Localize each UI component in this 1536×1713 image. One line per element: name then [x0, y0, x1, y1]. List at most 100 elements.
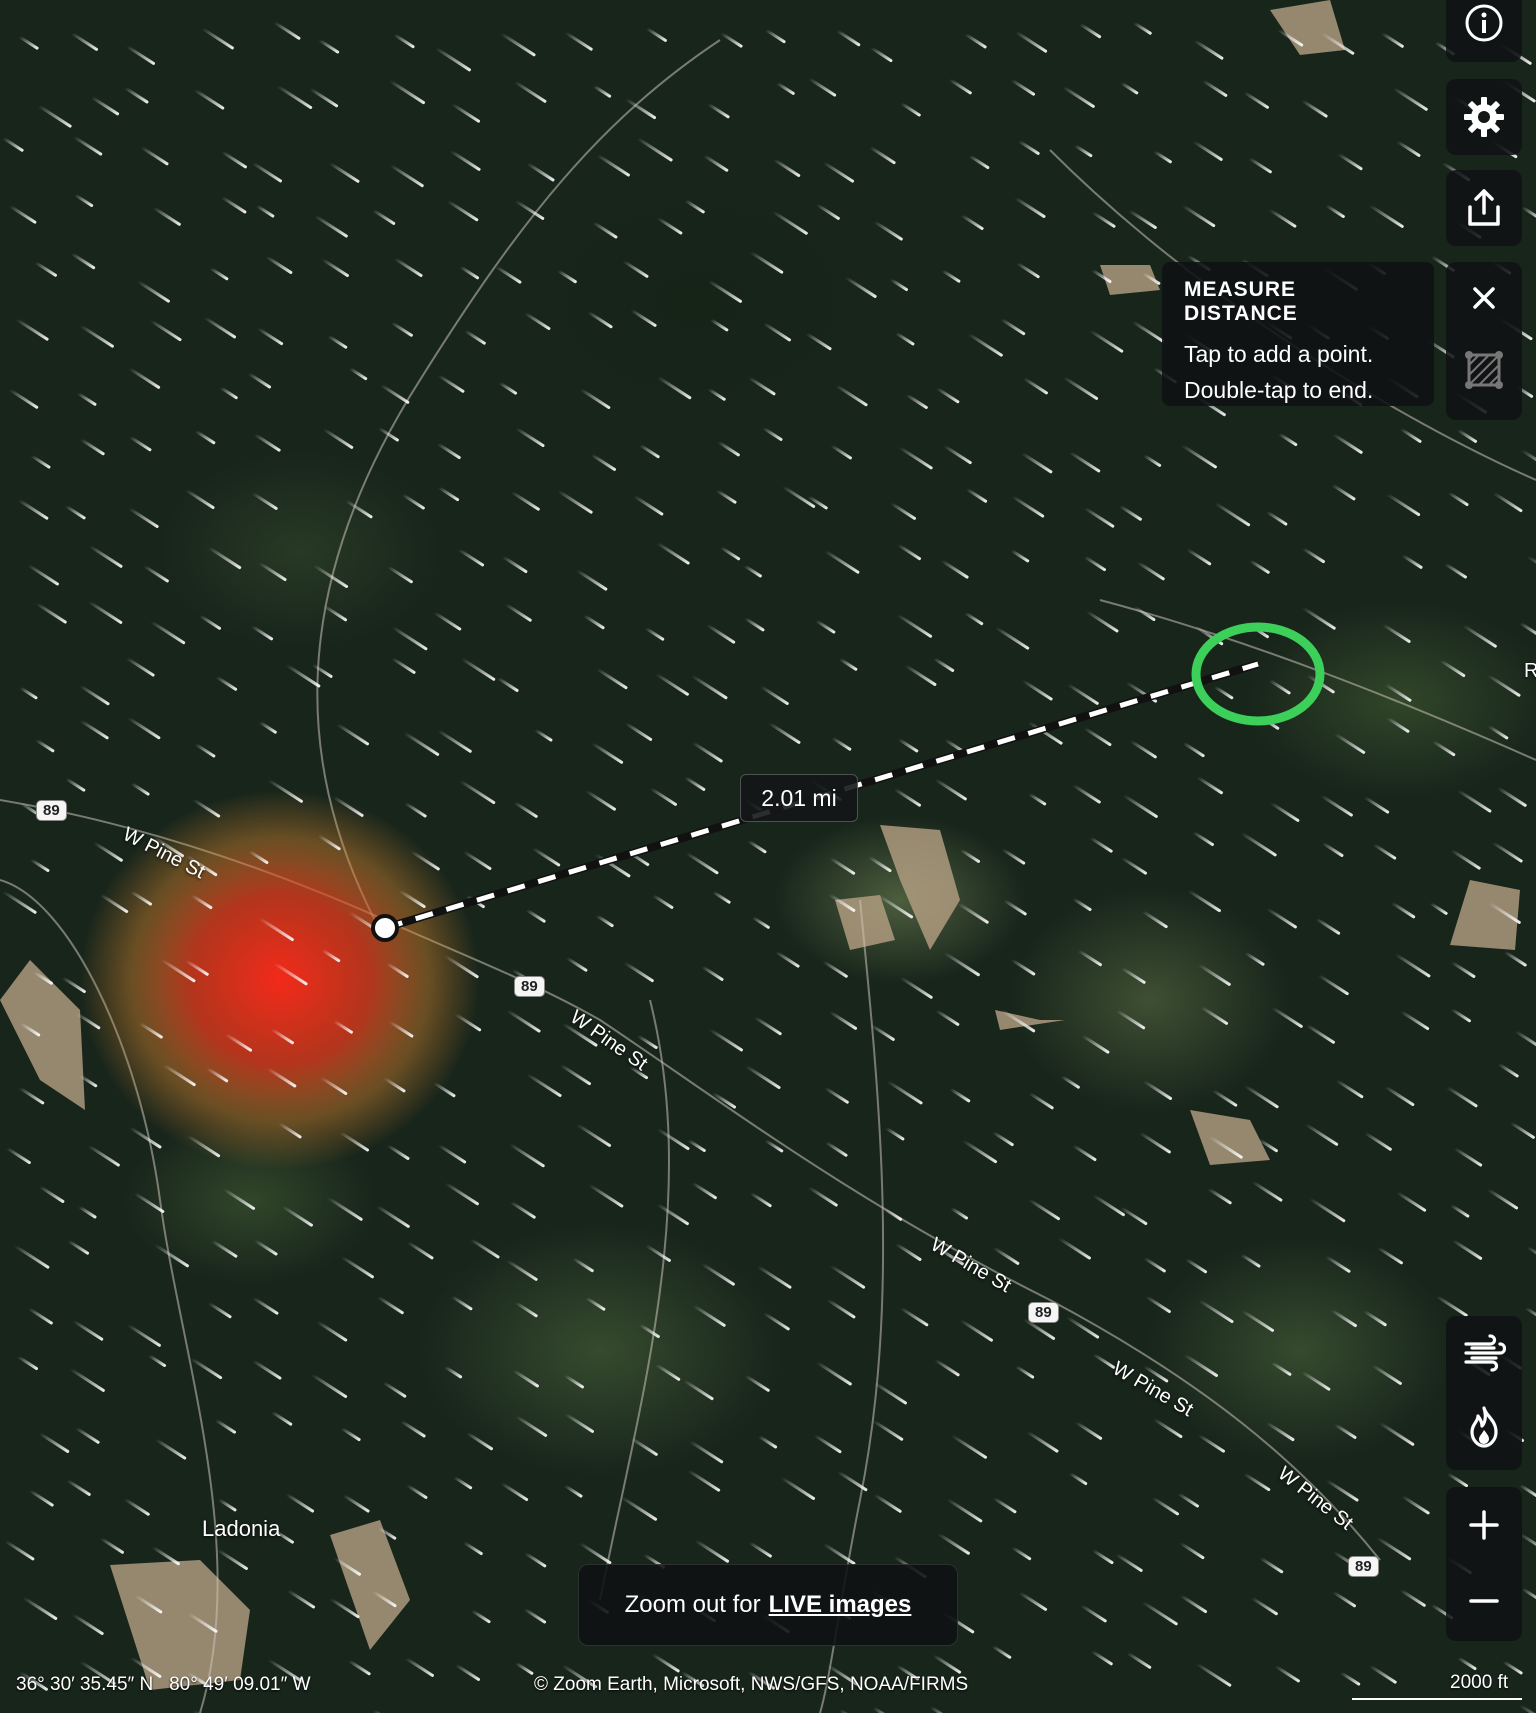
- rain-streak: [446, 199, 479, 222]
- rain-streak: [1211, 1088, 1238, 1107]
- rain-streak: [344, 499, 373, 519]
- rain-streak: [702, 154, 729, 172]
- rain-streak: [719, 545, 741, 561]
- rain-streak: [1197, 1433, 1225, 1453]
- rain-streak: [889, 501, 916, 520]
- rain-streak: [564, 1412, 594, 1433]
- map-overlay: [0, 0, 1536, 1713]
- rain-streak: [636, 1034, 658, 1049]
- rain-streak: [1399, 427, 1422, 443]
- rain-streak: [3, 1539, 35, 1561]
- rain-streak: [960, 213, 984, 230]
- rain-streak: [1183, 1353, 1218, 1377]
- rain-streak: [35, 602, 67, 624]
- rain-streak: [76, 391, 97, 406]
- rain-streak: [1126, 1651, 1152, 1669]
- rain-streak: [705, 623, 736, 644]
- rain-streak: [514, 1661, 534, 1675]
- rain-streak: [649, 786, 677, 806]
- rain-streak: [963, 32, 987, 49]
- rain-streak: [1509, 1121, 1535, 1139]
- rain-streak: [71, 1319, 104, 1341]
- rain-streak: [1496, 786, 1527, 807]
- zoom-in-button[interactable]: [1446, 1487, 1522, 1563]
- rain-streak: [77, 1205, 97, 1219]
- rain-streak: [1015, 261, 1040, 279]
- close-measure-button[interactable]: [1446, 262, 1522, 334]
- rain-streak: [644, 626, 665, 641]
- rain-streak: [1393, 952, 1431, 978]
- measure-start-point[interactable]: [371, 914, 399, 942]
- rain-streak: [220, 195, 247, 214]
- rain-streak: [948, 78, 972, 95]
- rain-streak: [340, 1426, 361, 1442]
- rain-streak: [564, 31, 593, 51]
- rain-streak: [1486, 673, 1521, 697]
- rain-streak: [744, 1064, 781, 1089]
- rain-streak: [531, 846, 561, 867]
- route-shield: 89: [1348, 1556, 1379, 1577]
- wind-layer-button[interactable]: [1446, 1316, 1522, 1390]
- rain-streak: [8, 204, 37, 224]
- rain-streak: [1120, 856, 1148, 875]
- zoom-out-button[interactable]: [1446, 1563, 1522, 1639]
- rain-streak: [250, 624, 274, 641]
- live-images-banner[interactable]: Zoom out for LIVE images: [578, 1564, 958, 1646]
- rain-streak: [458, 779, 496, 805]
- rain-streak: [894, 331, 915, 346]
- rain-streak: [215, 675, 238, 691]
- share-button[interactable]: [1446, 170, 1522, 246]
- rain-streak: [654, 1363, 681, 1381]
- rain-streak: [1178, 1541, 1205, 1560]
- info-button[interactable]: [1446, 0, 1522, 62]
- route-shield: 89: [1028, 1302, 1059, 1323]
- rain-streak: [805, 332, 832, 351]
- rain-streak: [499, 31, 536, 57]
- rain-streak: [1435, 1294, 1468, 1317]
- rain-streak: [867, 855, 892, 873]
- rain-streak: [388, 163, 424, 188]
- live-images-link[interactable]: LIVE images: [769, 1591, 912, 1619]
- rain-streak: [1399, 1588, 1426, 1607]
- rain-streak: [386, 1143, 410, 1160]
- rain-streak: [1333, 1423, 1357, 1439]
- rain-streak: [510, 490, 540, 511]
- rain-streak: [638, 443, 660, 459]
- rain-streak: [450, 102, 481, 123]
- rain-streak: [822, 959, 848, 978]
- rain-streak: [1, 890, 37, 914]
- rain-streak: [869, 46, 893, 63]
- fire-layer-button[interactable]: [1446, 1390, 1522, 1464]
- rain-streak: [28, 1489, 54, 1507]
- rain-streak: [1453, 1146, 1483, 1167]
- rain-streak: [381, 1380, 407, 1398]
- rain-streak: [21, 1595, 58, 1620]
- rain-streak: [1002, 898, 1027, 916]
- rain-streak: [719, 31, 743, 48]
- rain-streak: [149, 319, 182, 342]
- rain-streak: [78, 323, 114, 348]
- rain-streak: [1456, 788, 1492, 813]
- rain-streak: [1268, 208, 1297, 228]
- rain-streak: [899, 976, 933, 999]
- attribution-text[interactable]: © Zoom Earth, Microsoft, NWS/GFS, NOAA/F…: [534, 1674, 968, 1696]
- rain-streak: [1265, 510, 1288, 526]
- rain-streak: [622, 259, 649, 278]
- rain-streak: [317, 38, 340, 54]
- rain-streak: [650, 1652, 680, 1673]
- settings-button[interactable]: [1446, 79, 1522, 155]
- scale-bar: [1352, 1698, 1522, 1700]
- rain-streak: [1372, 843, 1397, 860]
- rain-streak: [1319, 794, 1353, 817]
- rain-streak: [590, 453, 616, 471]
- rain-streak: [127, 506, 159, 528]
- rain-streak: [348, 366, 368, 381]
- rain-streak: [405, 1483, 428, 1499]
- rain-streak: [462, 850, 492, 870]
- rain-streak: [1088, 329, 1124, 353]
- area-measure-button[interactable]: [1446, 334, 1522, 406]
- rain-streak: [780, 1476, 816, 1500]
- rain-streak: [1461, 624, 1497, 648]
- area-measure-icon: [1465, 351, 1503, 389]
- rain-streak: [629, 1436, 658, 1456]
